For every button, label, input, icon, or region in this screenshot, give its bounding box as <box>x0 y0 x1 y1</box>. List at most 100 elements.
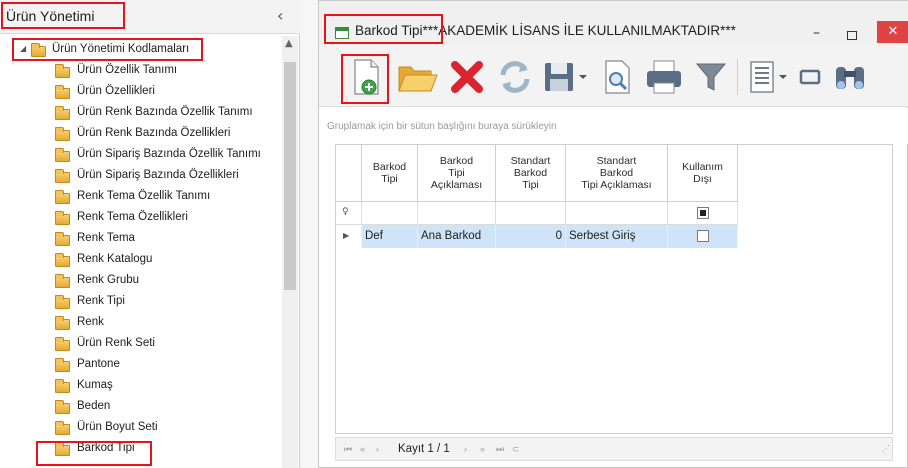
tree-root[interactable]: ◢ Ürün Yönetimi Kodlamaları <box>0 40 282 61</box>
filter-row-icon: ♀ <box>336 202 362 225</box>
column-header[interactable]: Barkod Tipi Açıklaması <box>418 145 496 202</box>
column-header-label: Barkod Tipi Açıklaması <box>431 155 482 191</box>
cell-barkod-tipi-aciklamasi[interactable]: Ana Barkod <box>418 225 496 248</box>
first-record-icon[interactable]: ⏮ <box>344 444 352 455</box>
tree-item[interactable]: Renk Tema <box>0 229 282 250</box>
group-panel[interactable]: Gruplamak için bir sütun başlığını buray… <box>319 108 908 144</box>
folder-icon <box>55 106 70 120</box>
filter-cell[interactable] <box>418 202 496 225</box>
new-document-icon[interactable] <box>347 57 387 97</box>
tree-item[interactable]: Ürün Özellik Tanımı <box>0 61 282 82</box>
left-panel-header: Ürün Yönetimi ‹ <box>0 0 300 34</box>
kullanim-disi-checkbox[interactable] <box>697 230 709 242</box>
checkbox-indeterminate-mark <box>700 210 706 216</box>
tree-item[interactable]: Ürün Boyut Seti <box>0 418 282 439</box>
folder-icon <box>55 400 70 414</box>
prev-page-icon[interactable]: « <box>360 444 365 454</box>
expand-arrow-icon[interactable]: ◢ <box>20 44 26 53</box>
column-header-line: Barkod <box>513 167 548 179</box>
column-header[interactable]: Barkod Tipi <box>362 145 418 202</box>
filter-inactive-checkbox[interactable] <box>697 207 709 219</box>
layout-icon[interactable] <box>745 57 791 97</box>
column-header-line: Dışı <box>693 173 712 185</box>
record-counter: Kayıt 1 / 1 <box>398 443 450 455</box>
tree-root-label: Ürün Yönetimi Kodlamaları <box>52 43 190 55</box>
folder-icon <box>55 127 70 141</box>
row-indicator-header <box>336 145 362 202</box>
tree-item[interactable]: Renk Tema Özellikleri <box>0 208 282 229</box>
tree-item[interactable]: Ürün Sipariş Bazında Özellikleri <box>0 166 282 187</box>
open-folder-icon[interactable] <box>395 57 439 97</box>
tree-item[interactable]: Renk Tipi <box>0 292 282 313</box>
cancel-edit-icon[interactable]: ⊂ <box>512 444 520 455</box>
scroll-thumb[interactable] <box>284 62 296 290</box>
tree-item-label: Renk Tema Özellik Tanımı <box>77 190 211 202</box>
tree-item-label: Renk Tema <box>77 232 135 244</box>
tree-item[interactable]: Ürün Özellikleri <box>0 82 282 103</box>
tree-item[interactable]: Barkod Tipi <box>0 439 282 460</box>
filter-cell[interactable] <box>362 202 418 225</box>
find-icon[interactable] <box>831 57 871 97</box>
filter-cell[interactable] <box>668 202 738 225</box>
tree-item[interactable]: Ürün Renk Seti <box>0 334 282 355</box>
column-header-line: Tipi Açıklaması <box>581 179 652 191</box>
folder-icon <box>55 211 70 225</box>
filter-cell[interactable] <box>566 202 668 225</box>
folder-icon <box>55 169 70 183</box>
cell-kullanim-disi[interactable] <box>668 225 738 248</box>
filter-icon[interactable] <box>691 57 731 97</box>
collapse-icon[interactable]: ‹ <box>277 6 283 25</box>
tree-view: ◢ Ürün Yönetimi Kodlamaları Ürün Özellik… <box>0 36 282 468</box>
resize-grip-icon[interactable]: ⋰ <box>882 444 890 453</box>
refresh-icon[interactable] <box>495 57 535 97</box>
close-button[interactable]: ✕ <box>877 21 908 43</box>
tree-item[interactable]: Ürün Sipariş Bazında Özellik Tanımı <box>0 145 282 166</box>
column-header[interactable]: Standart Barkod Tipi Açıklaması <box>566 145 668 202</box>
tree-item-label: Renk Katalogu <box>77 253 153 265</box>
cell-standart-barkod-tipi-aciklamasi[interactable]: Serbest Giriş <box>566 225 668 248</box>
tree-item[interactable]: Renk <box>0 313 282 334</box>
delete-icon[interactable] <box>447 57 487 97</box>
tree-item[interactable]: Ürün Renk Bazında Özellik Tanımı <box>0 103 282 124</box>
folder-icon <box>55 85 70 99</box>
tree-item-label: Renk Tipi <box>77 295 125 307</box>
prev-record-icon[interactable]: ‹ <box>376 444 379 454</box>
barkod-tipi-window: Barkod Tipi***AKADEMİK LİSANS İLE KULLAN… <box>318 0 908 468</box>
next-record-icon[interactable]: › <box>464 444 467 454</box>
folder-icon <box>55 295 70 309</box>
tree-item[interactable]: Renk Grubu <box>0 271 282 292</box>
window-icon <box>335 27 349 39</box>
folder-icon <box>55 148 70 162</box>
next-page-icon[interactable]: » <box>480 444 485 454</box>
tree-item[interactable]: Renk Tema Özellik Tanımı <box>0 187 282 208</box>
minimize-button[interactable]: – <box>813 25 820 41</box>
tree-item-label: Renk Tema Özellikleri <box>77 211 188 223</box>
folder-icon <box>55 274 70 288</box>
tree-item-label: Beden <box>77 400 111 412</box>
cell-standart-barkod-tipi[interactable]: 0 <box>496 225 566 248</box>
column-header[interactable]: Standart Barkod Tipi <box>496 145 566 202</box>
print-icon[interactable] <box>643 57 685 97</box>
tree-item[interactable]: Pantone <box>0 355 282 376</box>
save-icon[interactable] <box>541 57 589 97</box>
tree-item[interactable]: Ürün Renk Bazında Özellikleri <box>0 124 282 145</box>
column-header[interactable]: Kullanım Dışı <box>668 145 738 202</box>
maximize-button[interactable] <box>847 31 857 40</box>
tree-item[interactable]: Kumaş <box>0 376 282 397</box>
last-record-icon[interactable]: ⏭ <box>496 444 504 455</box>
column-header-line: Standart <box>596 155 637 167</box>
tree-item-label: Kumaş <box>77 379 113 391</box>
tree-item[interactable]: Renk Katalogu <box>0 250 282 271</box>
folder-icon <box>55 316 70 330</box>
filter-cell[interactable] <box>496 202 566 225</box>
scroll-up-icon[interactable]: ▲ <box>285 38 293 49</box>
print-preview-icon[interactable] <box>597 57 637 97</box>
toolbar <box>319 45 908 107</box>
splitter[interactable]: ··· <box>300 0 609 468</box>
left-panel: Ürün Yönetimi ‹ ◢ Ürün Yönetimi Kodlamal… <box>0 0 300 468</box>
tree-item-label: Renk Grubu <box>77 274 140 286</box>
column-chooser-icon[interactable] <box>795 57 827 97</box>
tree-item[interactable]: Beden <box>0 397 282 418</box>
folder-icon <box>55 421 70 435</box>
cell-barkod-tipi[interactable]: Def <box>362 225 418 248</box>
